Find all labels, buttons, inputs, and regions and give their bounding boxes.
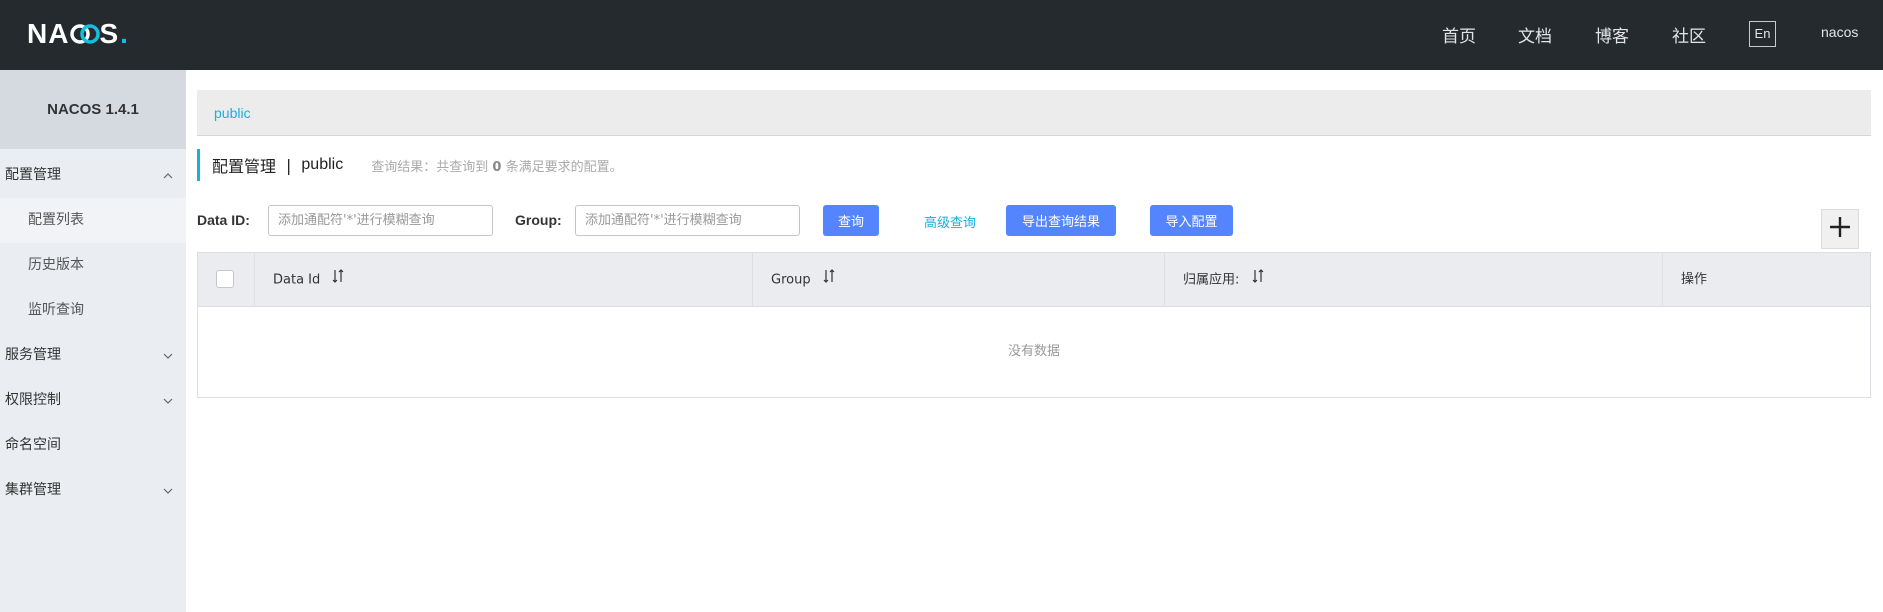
select-all-cell xyxy=(198,253,254,307)
sidebar-item-label: 服务管理 xyxy=(5,347,61,363)
sidebar-item-listener-query[interactable]: 监听查询 xyxy=(0,288,186,333)
namespace-public-link[interactable]: public xyxy=(214,105,251,121)
sidebar-item-label: 命名空间 xyxy=(5,437,61,453)
column-data-id[interactable]: Data Id xyxy=(254,253,752,307)
advanced-search-link[interactable]: 高级查询 xyxy=(924,212,976,231)
sidebar-item-service-management[interactable]: 服务管理 xyxy=(0,333,186,378)
sidebar-item-label: 历史版本 xyxy=(28,257,84,273)
logo-letter-n: N xyxy=(27,18,49,49)
import-config-button[interactable]: 导入配置 xyxy=(1150,205,1233,236)
sort-icon[interactable] xyxy=(823,253,835,307)
column-actions: 操作 xyxy=(1662,253,1870,307)
nacos-logo[interactable]: N A S . xyxy=(27,17,129,51)
result-count: 0 xyxy=(492,159,502,175)
data-id-label: Data ID: xyxy=(197,212,250,228)
select-all-checkbox[interactable] xyxy=(216,270,234,288)
namespace-bar: public xyxy=(197,90,1871,136)
sidebar-item-label: 配置列表 xyxy=(28,212,84,228)
sidebar-item-label: 监听查询 xyxy=(28,302,84,318)
column-app[interactable]: 归属应用: xyxy=(1164,253,1662,307)
plus-icon xyxy=(1828,215,1852,243)
query-result-hint: 查询结果：共查询到 0 条满足要求的配置。 xyxy=(371,156,622,175)
nav-home-link[interactable]: 首页 xyxy=(1442,22,1476,47)
logo-letter-s: S xyxy=(99,18,120,49)
sidebar-item-label: 权限控制 xyxy=(5,392,61,408)
chevron-down-icon xyxy=(162,378,174,423)
search-button[interactable]: 查询 xyxy=(823,205,879,236)
table-empty-state: 没有数据 xyxy=(1007,344,1060,359)
column-label: 操作 xyxy=(1681,272,1708,287)
data-id-search-input[interactable] xyxy=(268,205,493,236)
config-table: Data Id Group 归属应用: 操作 没有数据 xyxy=(197,252,1871,398)
page-title-row: 配置管理 | public 查询结果：共查询到 0 条满足要求的配置。 xyxy=(197,149,623,181)
column-label: 归属应用: xyxy=(1183,272,1240,288)
sidebar-item-config-list[interactable]: 配置列表 xyxy=(0,198,186,243)
sidebar-item-history-versions[interactable]: 历史版本 xyxy=(0,243,186,288)
nav-community-link[interactable]: 社区 xyxy=(1672,22,1706,47)
language-toggle-button[interactable]: En xyxy=(1749,21,1776,47)
group-label: Group: xyxy=(515,212,562,228)
sidebar-item-config-management[interactable]: 配置管理 xyxy=(0,153,186,198)
sidebar: NACOS 1.4.1 配置管理 配置列表 历史版本 监听查询 服务管理 权限控… xyxy=(0,70,186,612)
sidebar-item-label: 配置管理 xyxy=(5,167,61,183)
table-header: Data Id Group 归属应用: 操作 xyxy=(198,253,1870,307)
sort-icon[interactable] xyxy=(1252,253,1264,307)
group-search-input[interactable] xyxy=(575,205,800,236)
sidebar-item-cluster-management[interactable]: 集群管理 xyxy=(0,468,186,513)
logo-co-rings-icon xyxy=(70,23,101,45)
logo-letter-a: A xyxy=(48,18,70,49)
logo-dot: . xyxy=(120,18,129,49)
hint-prefix: 查询结果：共查询到 xyxy=(371,159,489,175)
user-menu[interactable]: nacos xyxy=(1821,24,1858,40)
nav-blog-link[interactable]: 博客 xyxy=(1595,22,1629,47)
sidebar-item-namespace[interactable]: 命名空间 xyxy=(0,423,186,468)
column-group[interactable]: Group xyxy=(752,253,1164,307)
hint-suffix: 条满足要求的配置。 xyxy=(505,159,623,175)
page-title: 配置管理 xyxy=(212,157,277,176)
column-label: Group xyxy=(771,272,811,288)
chevron-up-icon xyxy=(162,153,174,198)
chevron-down-icon xyxy=(162,468,174,513)
sidebar-item-label: 集群管理 xyxy=(5,482,61,498)
sidebar-version-title: NACOS 1.4.1 xyxy=(0,70,186,149)
title-separator: | xyxy=(286,155,292,175)
current-namespace: public xyxy=(301,156,344,173)
chevron-down-icon xyxy=(162,333,174,378)
sort-icon[interactable] xyxy=(332,253,344,307)
add-config-button[interactable] xyxy=(1821,209,1859,249)
top-navbar: N A S . 首页 文档 博客 社区 En nacos xyxy=(0,0,1883,70)
nav-docs-link[interactable]: 文档 xyxy=(1518,22,1552,47)
column-label: Data Id xyxy=(273,272,321,288)
sidebar-item-access-control[interactable]: 权限控制 xyxy=(0,378,186,423)
export-results-button[interactable]: 导出查询结果 xyxy=(1006,205,1116,236)
